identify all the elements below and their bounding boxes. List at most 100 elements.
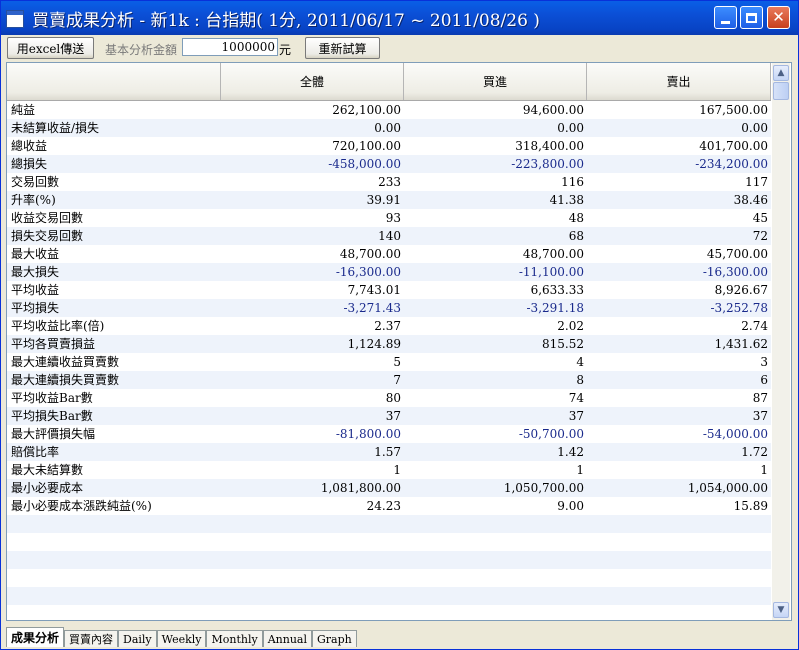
row-value: -54,000.00 xyxy=(702,427,768,441)
tab-6[interactable]: Graph xyxy=(311,630,357,647)
table-row[interactable]: 平均損失Bar數 37 37 37 xyxy=(7,407,771,425)
maximize-button[interactable] xyxy=(740,6,763,29)
row-value: 4 xyxy=(576,355,584,369)
row-label xyxy=(7,533,221,551)
title-bar[interactable]: 買賣成果分析 - 新1k : 台指期( 1分, 2011/06/17 ~ 201… xyxy=(1,1,798,35)
column-header-sell[interactable]: 賣出 xyxy=(587,63,771,100)
table-row[interactable]: 最小必要成本漲跌純益(%) 24.23 9.00 15.89 xyxy=(7,497,771,515)
row-value: -16,300.00 xyxy=(702,265,768,279)
table-row[interactable]: 最大損失 -16,300.00 -11,100.00 -16,300.00 xyxy=(7,263,771,281)
table-row[interactable] xyxy=(7,569,771,587)
row-value: 0.00 xyxy=(741,121,768,135)
table-row[interactable]: 升率(%) 39.91 41.38 38.46 xyxy=(7,191,771,209)
table-row[interactable]: 總收益 720,100.00 318,400.00 401,700.00 xyxy=(7,137,771,155)
row-label: 損失交易回數 xyxy=(11,229,84,243)
row-value xyxy=(404,551,587,569)
tab-2[interactable]: Daily xyxy=(118,630,157,647)
row-value: 140 xyxy=(378,229,401,243)
header-corner xyxy=(7,63,221,100)
tab-0[interactable]: 成果分析 xyxy=(6,627,65,647)
row-value: 1 xyxy=(393,463,401,477)
row-value: 720,100.00 xyxy=(332,139,401,153)
table-row[interactable]: 未結算收益/損失 0.00 0.00 0.00 xyxy=(7,119,771,137)
row-value xyxy=(221,533,404,551)
scroll-up-button[interactable]: ▲ xyxy=(773,65,789,81)
table-row[interactable] xyxy=(7,515,771,533)
table-row[interactable]: 最大未結算數 1 1 1 xyxy=(7,461,771,479)
table-row[interactable]: 平均各買賣損益 1,124.89 815.52 1,431.62 xyxy=(7,335,771,353)
table-row[interactable]: 收益交易回數 93 48 45 xyxy=(7,209,771,227)
scroll-thumb[interactable] xyxy=(773,82,789,100)
row-value: 1.57 xyxy=(374,445,401,459)
row-value: 1 xyxy=(760,463,768,477)
vertical-scrollbar[interactable]: ▲ ▼ xyxy=(772,63,790,620)
row-label: 最大連續收益買賣數 xyxy=(11,355,120,369)
minimize-button[interactable] xyxy=(714,6,737,29)
chevron-down-icon: ▼ xyxy=(777,605,785,615)
table-row[interactable]: 最大評價損失幅 -81,800.00 -50,700.00 -54,000.00 xyxy=(7,425,771,443)
row-value xyxy=(587,569,771,587)
row-label: 最大連續損失買賣數 xyxy=(11,373,120,387)
tab-5[interactable]: Annual xyxy=(262,630,312,647)
table-row[interactable]: 最大連續收益買賣數 5 4 3 xyxy=(7,353,771,371)
row-value: -3,291.18 xyxy=(526,301,585,315)
table-row[interactable] xyxy=(7,533,771,551)
row-value: 48,700.00 xyxy=(522,247,584,261)
row-value: -81,800.00 xyxy=(335,427,401,441)
table-row[interactable] xyxy=(7,587,771,605)
tab-1[interactable]: 買賣內容 xyxy=(64,630,119,647)
tab-strip: 成果分析 買賣內容 Daily Weekly Monthly Annual Graph xyxy=(6,627,357,647)
analysis-window: 買賣成果分析 - 新1k : 台指期( 1分, 2011/06/17 ~ 201… xyxy=(0,0,799,650)
close-icon: ✕ xyxy=(772,8,785,26)
table-row[interactable]: 平均收益比率(倍) 2.37 2.02 2.74 xyxy=(7,317,771,335)
row-value: 116 xyxy=(561,175,584,189)
table-row[interactable]: 最大收益 48,700.00 48,700.00 45,700.00 xyxy=(7,245,771,263)
window-app-icon[interactable] xyxy=(6,9,24,28)
row-value: 94,600.00 xyxy=(522,103,584,117)
row-label: 平均各買賣損益 xyxy=(11,337,96,351)
table-row[interactable]: 交易回數 233 116 117 xyxy=(7,173,771,191)
table-row[interactable]: 純益 262,100.00 94,600.00 167,500.00 xyxy=(7,101,771,119)
row-label xyxy=(7,605,221,620)
results-grid: 全體 買進 賣出 純益 262,100.00 94,600.00 167,500.00… xyxy=(6,62,792,621)
table-row[interactable]: 平均收益 7,743.01 6,633.33 8,926.67 xyxy=(7,281,771,299)
row-value: 167,500.00 xyxy=(699,103,768,117)
row-value: 8,926.67 xyxy=(714,283,768,297)
table-row[interactable]: 賠償比率 1.57 1.42 1.72 xyxy=(7,443,771,461)
row-value: 45,700.00 xyxy=(706,247,768,261)
table-row[interactable] xyxy=(7,605,771,620)
column-header-all[interactable]: 全體 xyxy=(221,63,404,100)
table-row[interactable]: 平均損失 -3,271.43 -3,291.18 -3,252.78 xyxy=(7,299,771,317)
table-row[interactable]: 總損失 -458,000.00 -223,800.00 -234,200.00 xyxy=(7,155,771,173)
row-label: 未結算收益/損失 xyxy=(11,121,100,135)
row-label: 交易回數 xyxy=(11,175,60,189)
tab-3[interactable]: Weekly xyxy=(156,630,207,647)
table-row[interactable] xyxy=(7,551,771,569)
table-row[interactable]: 損失交易回數 140 68 72 xyxy=(7,227,771,245)
tab-4[interactable]: Monthly xyxy=(206,630,263,647)
minimize-icon xyxy=(721,21,730,24)
table-row[interactable]: 最大連續損失買賣數 7 8 6 xyxy=(7,371,771,389)
row-label: 平均收益Bar數 xyxy=(11,391,93,405)
recalculate-button[interactable]: 重新試算 xyxy=(305,37,380,59)
row-value xyxy=(587,533,771,551)
row-label xyxy=(7,515,221,533)
row-value xyxy=(404,587,587,605)
row-value xyxy=(221,605,404,620)
row-value: 68 xyxy=(568,229,584,243)
row-value: 0.00 xyxy=(374,121,401,135)
row-value: 0.00 xyxy=(557,121,584,135)
send-to-excel-button[interactable]: 用excel傳送 xyxy=(7,37,94,59)
row-value xyxy=(587,551,771,569)
row-value xyxy=(404,515,587,533)
close-button[interactable]: ✕ xyxy=(767,6,790,29)
row-value: 401,700.00 xyxy=(699,139,768,153)
row-value: 41.38 xyxy=(549,193,584,207)
scroll-down-button[interactable]: ▼ xyxy=(773,602,789,618)
row-value xyxy=(587,605,771,620)
row-value: 87 xyxy=(752,391,768,405)
amount-input[interactable] xyxy=(182,38,278,56)
table-row[interactable]: 平均收益Bar數 80 74 87 xyxy=(7,389,771,407)
table-row[interactable]: 最小必要成本 1,081,800.00 1,050,700.00 1,054,000.… xyxy=(7,479,771,497)
column-header-buy[interactable]: 買進 xyxy=(404,63,587,100)
